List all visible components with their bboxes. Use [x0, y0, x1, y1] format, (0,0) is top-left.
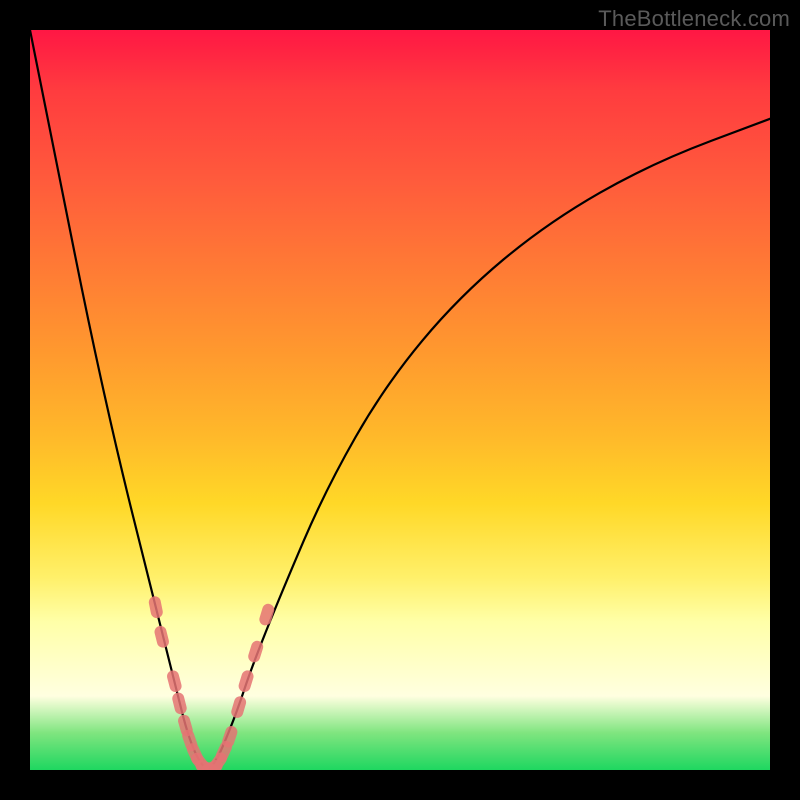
marker-bead: [153, 625, 170, 649]
marker-group: [148, 595, 276, 770]
marker-bead: [258, 602, 276, 627]
chart-svg: [30, 30, 770, 770]
marker-bead: [148, 595, 164, 619]
chart-frame: TheBottleneck.com: [0, 0, 800, 800]
marker-bead: [230, 695, 248, 719]
marker-bead: [237, 669, 255, 694]
marker-bead: [166, 669, 183, 693]
bottleneck-curve: [30, 30, 770, 768]
marker-bead: [171, 691, 188, 715]
watermark-text: TheBottleneck.com: [598, 6, 790, 32]
